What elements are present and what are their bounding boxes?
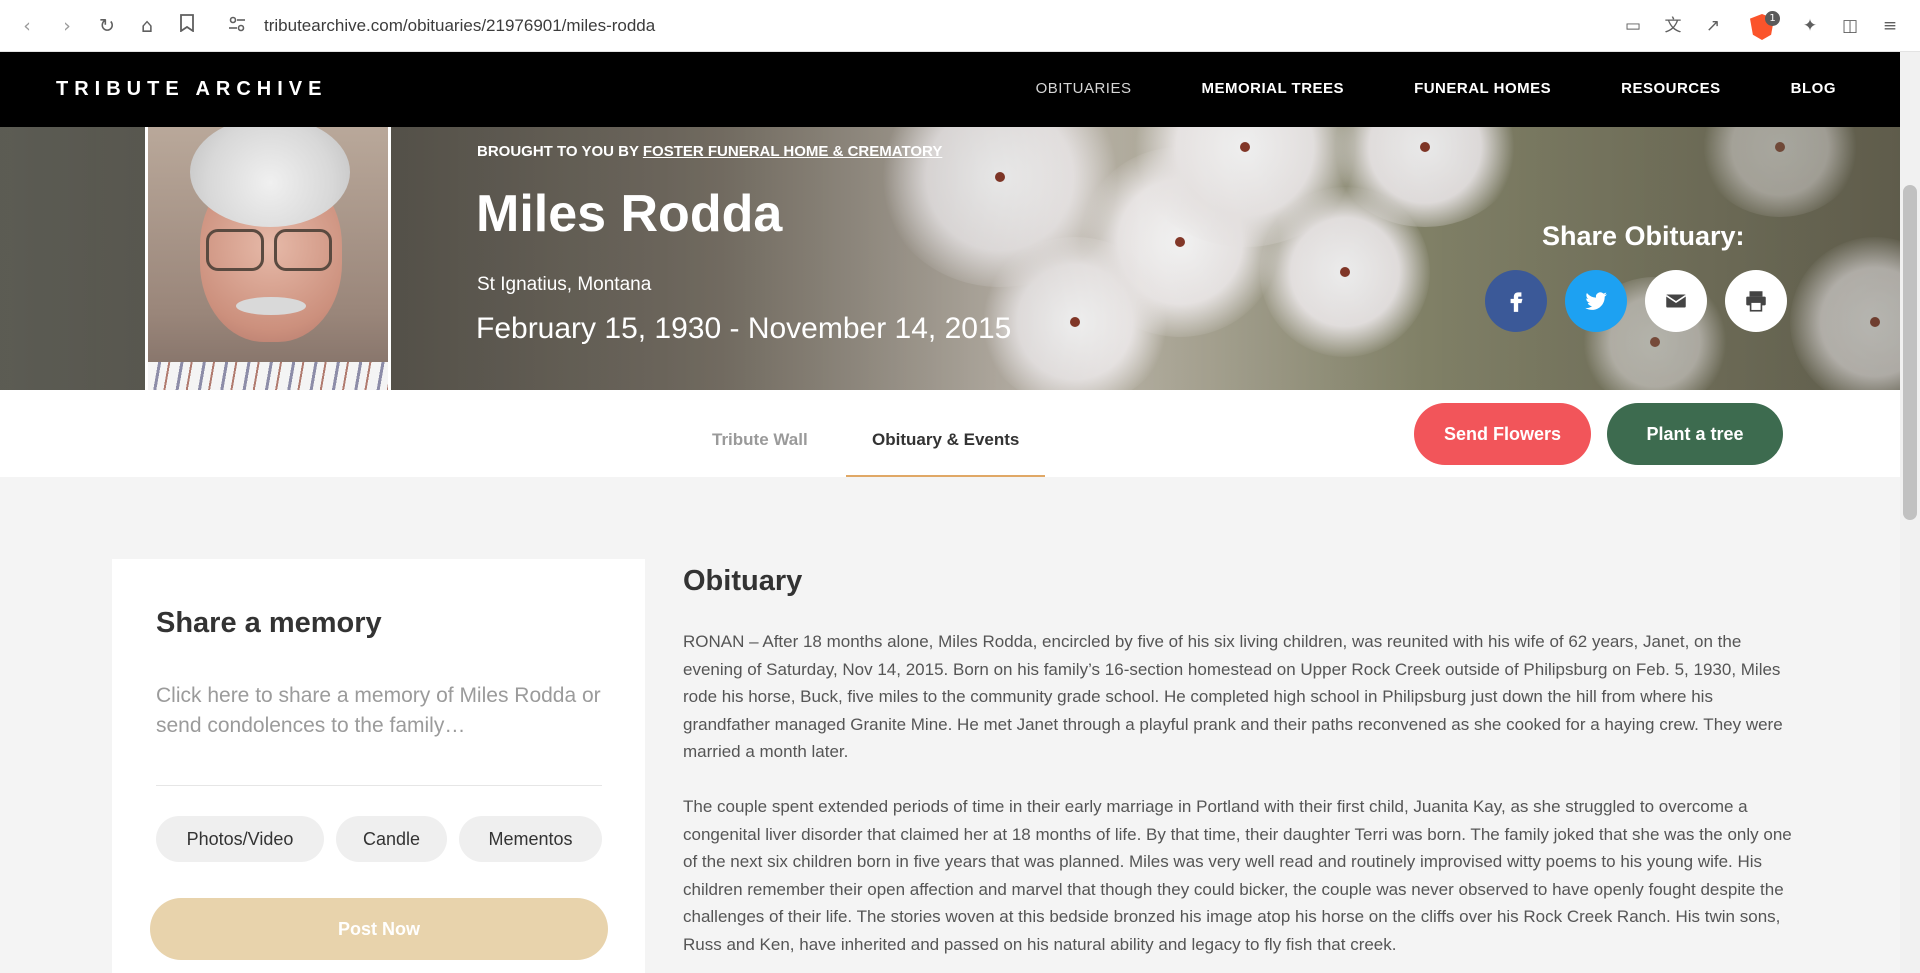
site-header: TRIBUTE ARCHIVE OBITUARIES MEMORIAL TREE… <box>0 52 1900 127</box>
brought-by: BROUGHT TO YOU BY FOSTER FUNERAL HOME & … <box>477 143 943 160</box>
twitter-share-button[interactable] <box>1565 270 1627 332</box>
nav-blog[interactable]: BLOG <box>1791 80 1836 97</box>
share-memory-card: Share a memory Click here to share a mem… <box>112 559 645 973</box>
share-icon[interactable]: ↗ <box>1700 13 1726 39</box>
photos-video-button[interactable]: Photos/Video <box>156 816 324 862</box>
nav-obituaries[interactable]: OBITUARIES <box>1036 80 1132 97</box>
extensions-icon[interactable]: ✦ <box>1797 13 1823 39</box>
site-logo[interactable]: TRIBUTE ARCHIVE <box>56 78 327 101</box>
divider <box>156 785 602 786</box>
nav-funeral-homes[interactable]: FUNERAL HOMES <box>1414 80 1551 97</box>
plant-tree-button[interactable]: Plant a tree <box>1607 403 1783 465</box>
share-title: Share Obituary: <box>1542 221 1745 251</box>
main-nav: OBITUARIES MEMORIAL TREES FUNERAL HOMES … <box>1036 80 1836 97</box>
facebook-icon <box>1510 292 1523 312</box>
home-icon[interactable]: ⌂ <box>134 13 160 39</box>
active-tab-indicator <box>846 475 1045 477</box>
email-icon <box>1665 294 1687 308</box>
tab-obituary-events[interactable]: Obituary & Events <box>872 430 1019 450</box>
obituary-heading: Obituary <box>683 565 803 597</box>
mementos-button[interactable]: Mementos <box>459 816 602 862</box>
sidebar-icon[interactable]: ◫ <box>1837 13 1863 39</box>
send-flowers-button[interactable]: Send Flowers <box>1414 403 1591 465</box>
obituary-paragraph: The couple spent extended periods of tim… <box>683 797 1792 954</box>
funeral-home-link[interactable]: FOSTER FUNERAL HOME & CREMATORY <box>643 143 942 160</box>
scrollbar-thumb[interactable] <box>1903 185 1917 520</box>
bookmark-icon[interactable] <box>174 13 200 39</box>
memory-title: Share a memory <box>156 607 382 639</box>
nav-memorial-trees[interactable]: MEMORIAL TREES <box>1201 80 1344 97</box>
twitter-icon <box>1585 292 1607 310</box>
address-bar[interactable]: tributearchive.com/obituaries/21976901/m… <box>264 16 655 36</box>
site-info-icon[interactable] <box>224 13 250 39</box>
reload-icon[interactable]: ↻ <box>94 13 120 39</box>
memory-input[interactable]: Click here to share a memory of Miles Ro… <box>156 681 602 747</box>
menu-icon[interactable]: ≡ <box>1877 13 1903 39</box>
obituary-paragraph: RONAN – After 18 months alone, Miles Rod… <box>683 632 1783 762</box>
print-button[interactable] <box>1725 270 1787 332</box>
candle-button[interactable]: Candle <box>336 816 447 862</box>
deceased-name: Miles Rodda <box>476 185 783 243</box>
print-icon <box>1746 291 1766 312</box>
browser-toolbar: ‹ › ↻ ⌂ tributearchive.com/obituaries/21… <box>0 0 1920 52</box>
cast-icon[interactable]: ▭ <box>1620 13 1646 39</box>
facebook-share-button[interactable] <box>1485 270 1547 332</box>
forward-icon[interactable]: › <box>54 13 80 39</box>
post-now-button[interactable]: Post Now <box>150 898 608 960</box>
extension-badge: 1 <box>1765 11 1780 26</box>
deceased-location: St Ignatius, Montana <box>477 274 652 295</box>
nav-resources[interactable]: RESOURCES <box>1621 80 1721 97</box>
tab-tribute-wall[interactable]: Tribute Wall <box>712 430 808 450</box>
translate-icon[interactable]: 文 <box>1660 13 1686 39</box>
life-dates: February 15, 1930 - November 14, 2015 <box>476 312 1012 345</box>
back-icon[interactable]: ‹ <box>14 13 40 39</box>
email-share-button[interactable] <box>1645 270 1707 332</box>
